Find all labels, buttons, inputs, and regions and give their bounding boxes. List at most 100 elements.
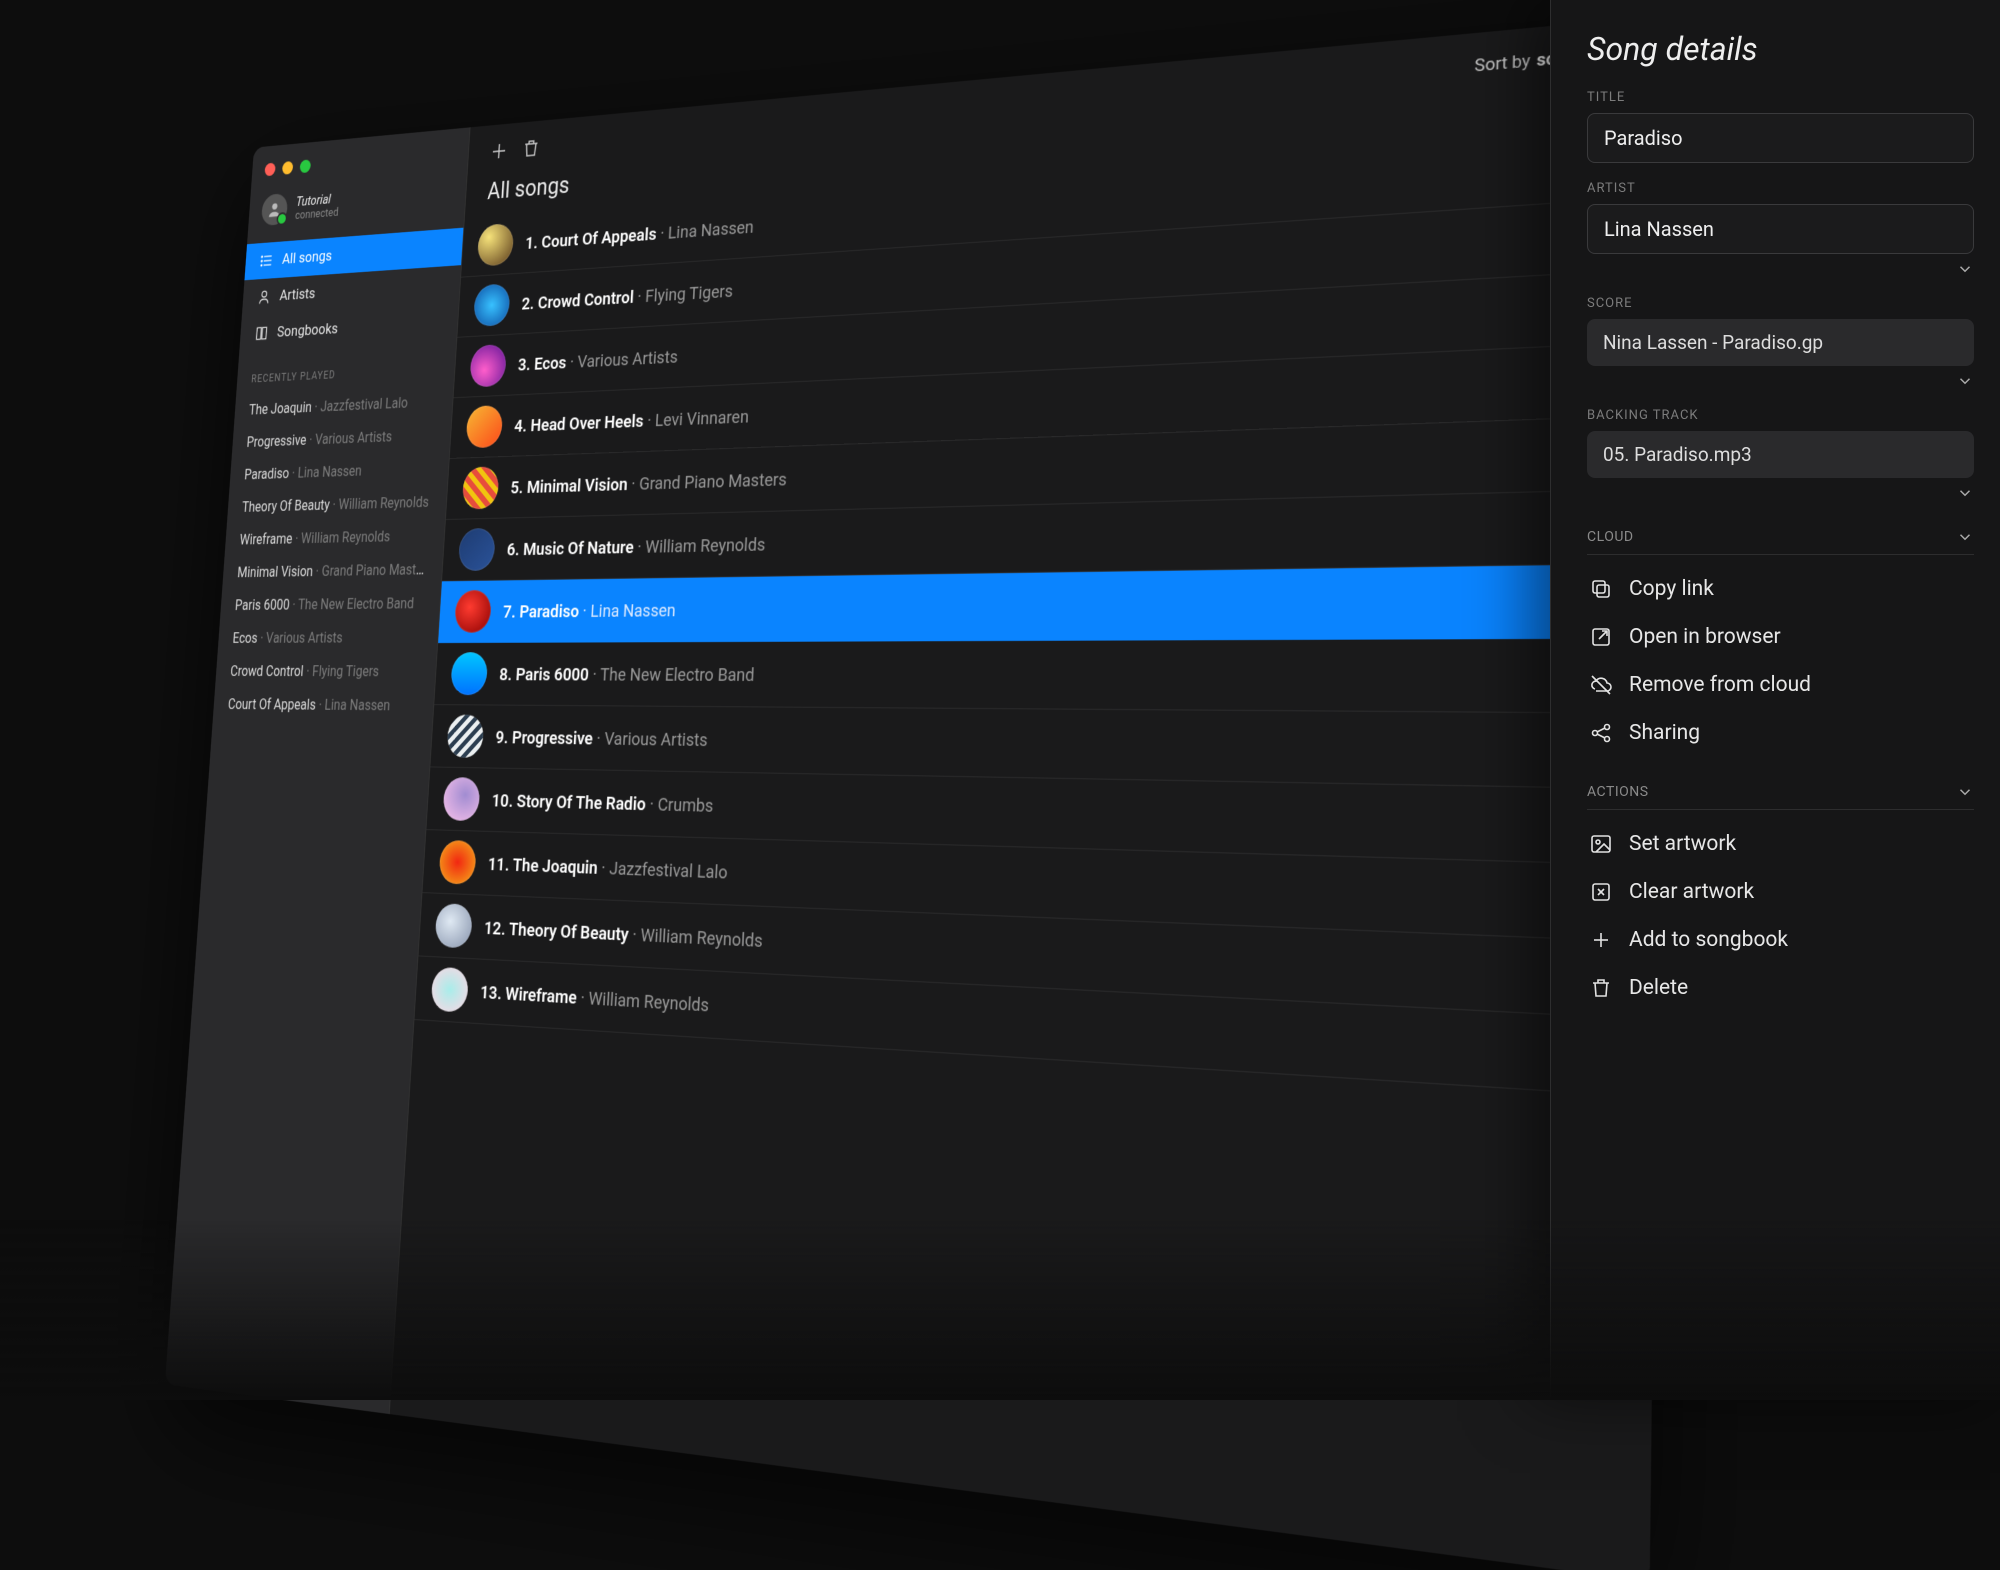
album-art: [446, 714, 484, 757]
song-title: Crowd Control: [537, 286, 634, 313]
action-label: Clear artwork: [1629, 880, 1754, 904]
song-title: Paris 6000: [515, 663, 589, 685]
action-label: Copy link: [1629, 577, 1714, 601]
close-window-button[interactable]: [264, 163, 275, 177]
recent-item[interactable]: Ecos · Various Artists: [217, 620, 438, 655]
song-artist: · William Reynolds: [576, 986, 709, 1016]
clear-artwork-action[interactable]: Clear artwork: [1587, 868, 1974, 916]
recent-artist: · Various Artists: [257, 629, 343, 647]
backing-file[interactable]: 05. Paradiso.mp3: [1587, 431, 1974, 478]
song-artist: · William Reynolds: [628, 922, 763, 951]
sort-prefix: Sort by: [1474, 51, 1530, 77]
title-label: TITLE: [1587, 90, 1974, 105]
chevron-down-icon: [1956, 528, 1974, 546]
recent-title: Ecos: [232, 629, 258, 646]
add-to-songbook-action[interactable]: Add to songbook: [1587, 916, 1974, 964]
recent-item[interactable]: Crowd Control · Flying Tigers: [215, 654, 437, 688]
recent-item[interactable]: Wireframe · William Reynolds: [225, 518, 446, 556]
recent-title: Crowd Control: [230, 662, 304, 679]
song-number: 7.: [503, 600, 521, 622]
delete-action[interactable]: Delete: [1587, 964, 1974, 1012]
actions-section-header[interactable]: ACTIONS: [1587, 783, 1974, 810]
song-number: 9.: [495, 726, 513, 748]
song-title: Minimal Vision: [526, 473, 628, 498]
album-art: [450, 652, 488, 695]
clear-icon: [1589, 880, 1613, 904]
album-art: [465, 405, 503, 448]
recent-title: Paradiso: [244, 465, 290, 483]
album-art: [434, 903, 472, 948]
nav-label: Artists: [279, 285, 316, 305]
song-title: Head Over Heels: [530, 409, 644, 435]
chevron-down-icon[interactable]: [1956, 260, 1974, 278]
artist-input[interactable]: Lina Nassen: [1587, 204, 1974, 254]
nav-label: Songbooks: [276, 320, 338, 341]
song-number: 13.: [480, 980, 507, 1004]
cloud-label: CLOUD: [1587, 529, 1634, 545]
song-number: 5.: [510, 476, 528, 498]
song-artist: · Various Artists: [566, 345, 679, 372]
score-file[interactable]: Nina Lassen - Paradiso.gp: [1587, 319, 1974, 366]
add-button[interactable]: [489, 140, 509, 167]
song-title: Wireframe: [505, 982, 578, 1008]
copy-icon: [1589, 577, 1613, 601]
song-artist: · Lina Nassen: [578, 599, 676, 622]
cloud-off-icon: [1589, 673, 1613, 697]
recent-artist: · The New Electro Band: [289, 595, 414, 614]
song-number: 11.: [487, 852, 513, 875]
song-row[interactable]: 8. Paris 6000 · The New Electro Band: [434, 639, 1660, 714]
maximize-window-button[interactable]: [300, 159, 312, 173]
album-art: [477, 223, 515, 267]
actions-label: ACTIONS: [1587, 784, 1649, 800]
song-text: 8. Paris 6000 · The New Electro Band: [499, 663, 1594, 689]
minimize-window-button[interactable]: [282, 161, 293, 175]
sharing-action[interactable]: Sharing: [1587, 709, 1974, 757]
recent-artist: · William Reynolds: [292, 528, 391, 547]
action-label: Delete: [1629, 976, 1688, 1000]
open-browser-action[interactable]: Open in browser: [1587, 613, 1974, 661]
recent-artist: · Flying Tigers: [303, 662, 380, 679]
song-artist: · Jazzfestival Lalo: [597, 856, 728, 883]
song-title: Theory Of Beauty: [508, 917, 629, 945]
song-title: Progressive: [511, 726, 593, 749]
details-panel: Song details TITLE Paradiso ARTIST Lina …: [1550, 0, 2000, 1400]
chevron-down-icon[interactable]: [1956, 372, 1974, 390]
recent-title: Progressive: [246, 431, 307, 450]
recent-artist: · Grand Piano Masters: [312, 560, 433, 579]
album-art: [462, 466, 500, 509]
copy-link-action[interactable]: Copy link: [1587, 565, 1974, 613]
recent-artist: · William Reynolds: [329, 493, 429, 513]
title-input[interactable]: Paradiso: [1587, 113, 1974, 163]
delete-button[interactable]: [521, 137, 541, 164]
external-link-icon: [1589, 625, 1613, 649]
remove-cloud-action[interactable]: Remove from cloud: [1587, 661, 1974, 709]
song-number: 3.: [517, 353, 535, 375]
recent-item[interactable]: Court Of Appeals · Lina Nassen: [213, 687, 435, 722]
chevron-down-icon[interactable]: [1956, 484, 1974, 502]
backing-label: BACKING TRACK: [1587, 408, 1974, 423]
song-text: 6. Music Of Nature · William Reynolds: [506, 514, 1619, 560]
recent-title: Paris 6000: [235, 596, 291, 614]
recent-item[interactable]: Theory Of Beauty · William Reynolds: [227, 484, 447, 523]
details-heading: Song details: [1587, 30, 1974, 68]
action-label: Set artwork: [1629, 832, 1736, 856]
image-icon: [1589, 832, 1613, 856]
song-title: Paradiso: [519, 600, 580, 622]
album-art: [438, 840, 476, 885]
recent-title: Court Of Appeals: [227, 696, 316, 714]
action-label: Sharing: [1629, 721, 1700, 745]
song-number: 10.: [491, 789, 517, 811]
recent-artist: · Various Artists: [306, 428, 393, 448]
album-art: [454, 590, 492, 633]
recent-item[interactable]: Paris 6000 · The New Electro Band: [220, 586, 441, 622]
recent-artist: · Lina Nassen: [289, 462, 363, 481]
recent-title: Theory Of Beauty: [242, 496, 331, 515]
recent-artist: · Jazzfestival Lalo: [311, 394, 408, 415]
trash-icon: [1589, 976, 1613, 1000]
cloud-section-header[interactable]: CLOUD: [1587, 528, 1974, 555]
plus-icon: [1589, 928, 1613, 952]
set-artwork-action[interactable]: Set artwork: [1587, 820, 1974, 868]
song-title: The Joaquin: [512, 853, 598, 878]
score-label: SCORE: [1587, 296, 1974, 311]
recent-item[interactable]: Minimal Vision · Grand Piano Masters: [222, 552, 443, 589]
